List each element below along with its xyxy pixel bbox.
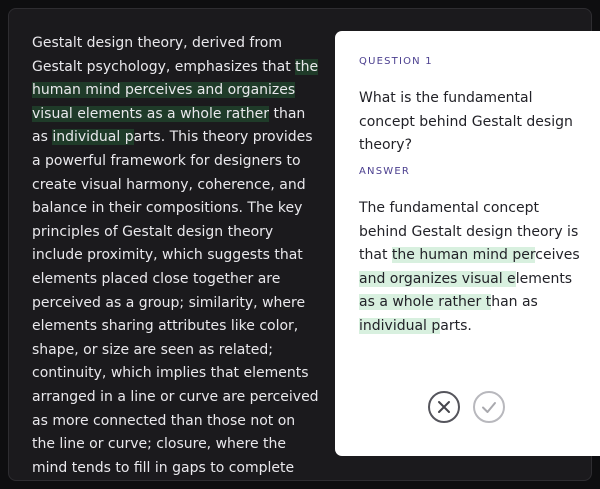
question-text: What is the fundamental concept behind G… xyxy=(359,90,573,154)
answer-segment: han as xyxy=(491,294,538,311)
close-x-icon xyxy=(438,401,450,413)
answer-highlight: the human mind per xyxy=(391,247,536,264)
answer-segment: arts. xyxy=(440,317,472,334)
question-label: QUESTION 1 xyxy=(359,56,433,67)
passage-segment: Gestalt design theory, derived from Gest… xyxy=(32,35,296,75)
answer-label: ANSWER xyxy=(359,166,411,177)
passage-highlight[interactable]: individual p xyxy=(52,129,134,146)
answer-highlight: individual p xyxy=(359,317,441,334)
answer-highlight: as a whole rather t xyxy=(359,294,492,311)
mark-correct-button[interactable] xyxy=(473,391,505,423)
checkmark-icon xyxy=(482,402,496,413)
answer-text: The fundamental concept behind Gestalt d… xyxy=(359,197,591,339)
passage-segment: arts. This theory provides a powerful fr… xyxy=(32,129,319,476)
passage-text: Gestalt design theory, derived from Gest… xyxy=(32,32,322,480)
answer-segment: lements xyxy=(515,270,573,287)
answer-segment: ceives xyxy=(535,247,580,264)
mark-wrong-button[interactable] xyxy=(428,391,460,423)
flashcard: QUESTION 1 What is the fundamental conce… xyxy=(335,31,600,456)
answer-highlight: and organizes visual e xyxy=(359,270,516,287)
